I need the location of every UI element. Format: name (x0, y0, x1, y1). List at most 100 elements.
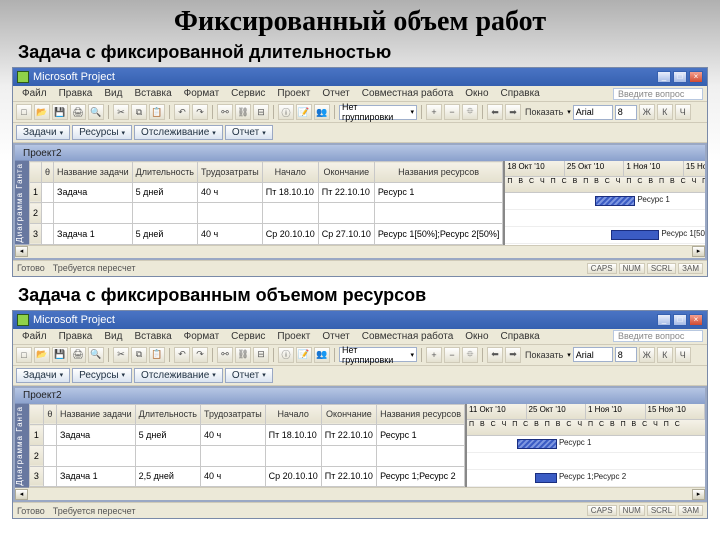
print-icon[interactable]: 🖨 (70, 347, 86, 363)
task-table[interactable]: θ Название задачи Длительность Трудозатр… (29, 161, 503, 245)
new-icon[interactable]: □ (16, 347, 32, 363)
undo-icon[interactable]: ↶ (174, 347, 190, 363)
underline-button[interactable]: Ч (675, 347, 691, 363)
unlink-icon[interactable]: ⛓ (235, 104, 251, 120)
bold-button[interactable]: Ж (639, 347, 655, 363)
outdent-icon[interactable]: ⬅ (487, 104, 503, 120)
print-icon[interactable]: 🖨 (70, 104, 86, 120)
save-icon[interactable]: 💾 (52, 104, 68, 120)
menu-format[interactable]: Формат (179, 330, 225, 343)
menu-view[interactable]: Вид (99, 87, 127, 100)
open-icon[interactable]: 📂 (34, 104, 50, 120)
paste-icon[interactable]: 📋 (149, 347, 165, 363)
bold-button[interactable]: Ж (639, 104, 655, 120)
font-combo[interactable]: Arial (573, 105, 613, 120)
info-icon[interactable]: ⓘ (278, 347, 294, 363)
undo-icon[interactable]: ↶ (174, 104, 190, 120)
menu-report[interactable]: Отчет (317, 330, 354, 343)
paste-icon[interactable]: 📋 (149, 104, 165, 120)
copy-icon[interactable]: ⧉ (131, 347, 147, 363)
minimize-button[interactable]: _ (657, 71, 671, 83)
assign-icon[interactable]: 👥 (314, 104, 330, 120)
zoom-out-icon[interactable]: − (444, 347, 460, 363)
menu-format[interactable]: Формат (179, 87, 225, 100)
menu-edit[interactable]: Правка (54, 87, 98, 100)
size-combo[interactable]: 8 (615, 105, 637, 120)
tab-tasks[interactable]: Задачи▾ (16, 125, 70, 140)
zoom-in-icon[interactable]: + (426, 347, 442, 363)
maximize-button[interactable]: □ (673, 71, 687, 83)
font-combo[interactable]: Arial (573, 347, 613, 362)
indent-icon[interactable]: ➡ (505, 347, 521, 363)
horizontal-scrollbar[interactable]: ◂▸ (15, 245, 705, 258)
menu-edit[interactable]: Правка (54, 330, 98, 343)
preview-icon[interactable]: 🔍 (88, 347, 104, 363)
tab-report[interactable]: Отчет▾ (225, 125, 273, 140)
cut-icon[interactable]: ✂ (113, 104, 129, 120)
menu-window[interactable]: Окно (460, 87, 493, 100)
menu-project[interactable]: Проект (272, 87, 315, 100)
menu-tools[interactable]: Сервис (226, 87, 270, 100)
gantt-bar[interactable]: Ресурс 1;Ресурс 2 (535, 473, 557, 483)
group-combo[interactable]: Нет группировки▾ (339, 105, 417, 120)
zoom-in-icon[interactable]: + (426, 104, 442, 120)
menu-help[interactable]: Справка (496, 330, 545, 343)
copy-icon[interactable]: ⧉ (131, 104, 147, 120)
gantt-bar[interactable]: Ресурс 1 (595, 196, 635, 206)
goto-icon[interactable]: ⯐ (462, 104, 478, 120)
show-label[interactable]: Показать (523, 350, 565, 360)
tab-resources[interactable]: Ресурсы▾ (72, 368, 132, 383)
horizontal-scrollbar[interactable]: ◂▸ (15, 487, 705, 500)
close-button[interactable]: × (689, 71, 703, 83)
italic-button[interactable]: К (657, 104, 673, 120)
menu-help[interactable]: Справка (496, 87, 545, 100)
gantt-bar[interactable]: Ресурс 1[50%];Ресурс 2[50%] (611, 230, 659, 240)
group-combo[interactable]: Нет группировки▾ (339, 347, 417, 362)
underline-button[interactable]: Ч (675, 104, 691, 120)
tab-report[interactable]: Отчет▾ (225, 368, 273, 383)
gantt-chart[interactable]: 11 Окт '10 25 Окт '10 1 Ноя '10 15 Ноя '… (465, 404, 705, 488)
outdent-icon[interactable]: ⬅ (487, 347, 503, 363)
unlink-icon[interactable]: ⛓ (235, 347, 251, 363)
menu-insert[interactable]: Вставка (129, 87, 176, 100)
split-icon[interactable]: ⊟ (253, 104, 269, 120)
redo-icon[interactable]: ↷ (192, 347, 208, 363)
maximize-button[interactable]: □ (673, 314, 687, 326)
menu-file[interactable]: Файл (17, 330, 52, 343)
link-icon[interactable]: ⚯ (217, 347, 233, 363)
close-button[interactable]: × (689, 314, 703, 326)
tab-resources[interactable]: Ресурсы▾ (72, 125, 132, 140)
gantt-bar[interactable]: Ресурс 1 (517, 439, 557, 449)
zoom-out-icon[interactable]: − (444, 104, 460, 120)
menu-file[interactable]: Файл (17, 87, 52, 100)
save-icon[interactable]: 💾 (52, 347, 68, 363)
open-icon[interactable]: 📂 (34, 347, 50, 363)
notes-icon[interactable]: 📝 (296, 104, 312, 120)
menu-collab[interactable]: Совместная работа (357, 330, 459, 343)
preview-icon[interactable]: 🔍 (88, 104, 104, 120)
tab-tracking[interactable]: Отслеживание▾ (134, 125, 223, 140)
menu-window[interactable]: Окно (460, 330, 493, 343)
gantt-chart[interactable]: 18 Окт '10 25 Окт '10 1 Ноя '10 15 Ноя '… (503, 161, 705, 245)
help-search-input[interactable]: Введите вопрос (613, 88, 703, 100)
task-table[interactable]: θ Название задачи Длительность Трудозатр… (29, 404, 465, 488)
tab-tracking[interactable]: Отслеживание▾ (134, 368, 223, 383)
italic-button[interactable]: К (657, 347, 673, 363)
menu-collab[interactable]: Совместная работа (357, 87, 459, 100)
info-icon[interactable]: ⓘ (278, 104, 294, 120)
cut-icon[interactable]: ✂ (113, 347, 129, 363)
tab-tasks[interactable]: Задачи▾ (16, 368, 70, 383)
size-combo[interactable]: 8 (615, 347, 637, 362)
indent-icon[interactable]: ➡ (505, 104, 521, 120)
minimize-button[interactable]: _ (657, 314, 671, 326)
menu-insert[interactable]: Вставка (129, 330, 176, 343)
notes-icon[interactable]: 📝 (296, 347, 312, 363)
menu-tools[interactable]: Сервис (226, 330, 270, 343)
goto-icon[interactable]: ⯐ (462, 347, 478, 363)
new-icon[interactable]: □ (16, 104, 32, 120)
redo-icon[interactable]: ↷ (192, 104, 208, 120)
help-search-input[interactable]: Введите вопрос (613, 330, 703, 342)
menu-report[interactable]: Отчет (317, 87, 354, 100)
menu-view[interactable]: Вид (99, 330, 127, 343)
show-label[interactable]: Показать (523, 107, 565, 117)
